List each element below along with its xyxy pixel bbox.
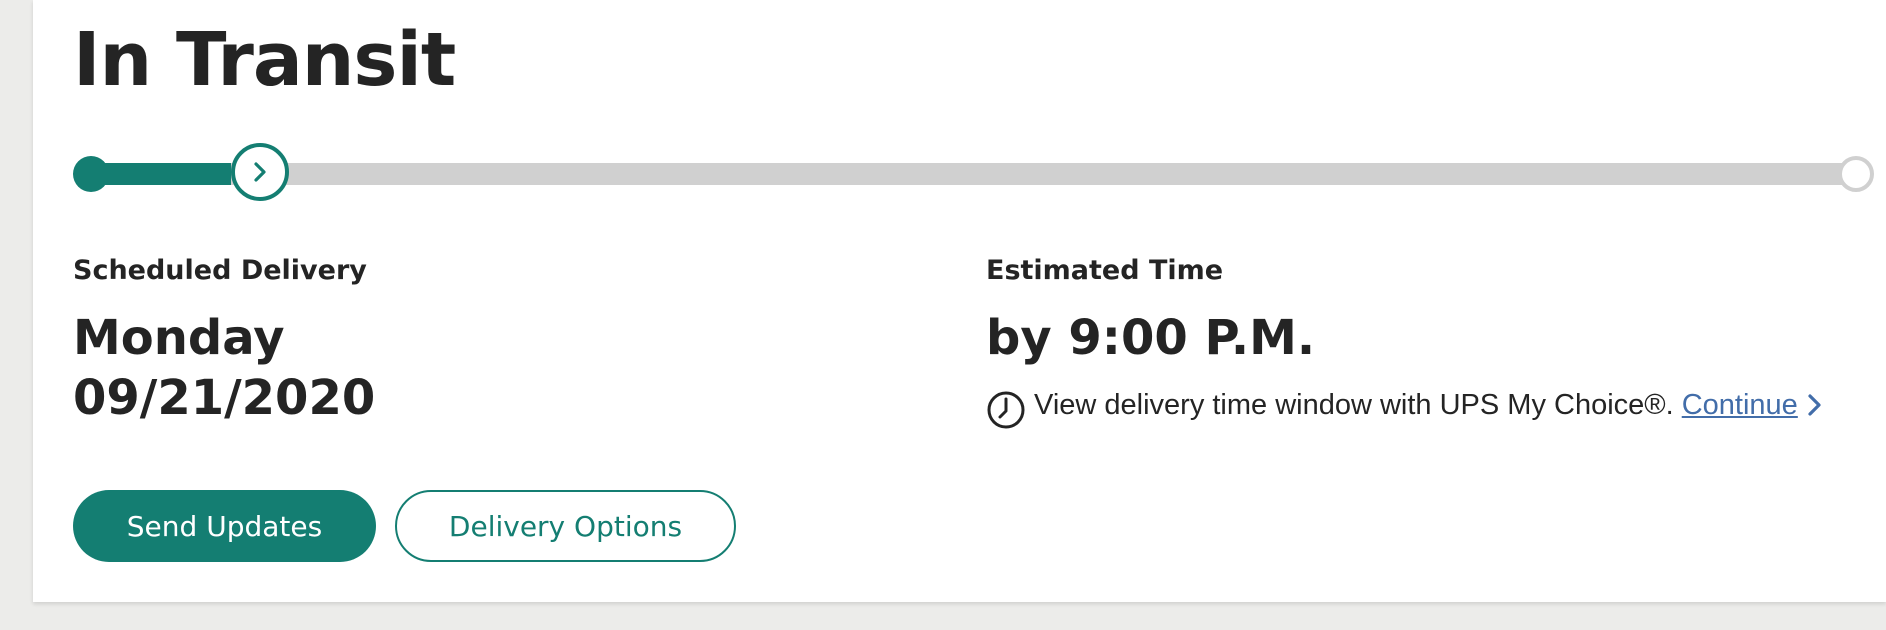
delivery-window-text: View delivery time window with UPS My Ch… (1034, 388, 1674, 421)
status-title: In Transit (73, 17, 456, 103)
send-updates-button[interactable]: Send Updates (73, 490, 376, 562)
chevron-right-icon (254, 162, 266, 182)
progress-step-current (231, 143, 289, 201)
progress-track-fill (90, 163, 231, 185)
chevron-right-icon[interactable] (1804, 390, 1826, 420)
scheduled-delivery-label: Scheduled Delivery (73, 255, 367, 286)
scheduled-delivery-date: 09/21/2020 (73, 370, 376, 426)
progress-step-end (1838, 156, 1874, 192)
progress-step-start (73, 156, 109, 192)
delivery-options-button[interactable]: Delivery Options (395, 490, 736, 562)
estimated-time-label: Estimated Time (986, 255, 1224, 286)
continue-link[interactable]: Continue (1682, 389, 1798, 422)
estimated-time-value: by 9:00 P.M. (986, 310, 1316, 366)
clock-icon (987, 391, 1025, 429)
progress-track (90, 163, 1858, 185)
delivery-window-row: View delivery time window with UPS My Ch… (986, 380, 1826, 430)
scheduled-delivery-day: Monday (73, 310, 285, 366)
tracking-status-card: In Transit Scheduled Delivery Monday 09/… (33, 0, 1886, 602)
